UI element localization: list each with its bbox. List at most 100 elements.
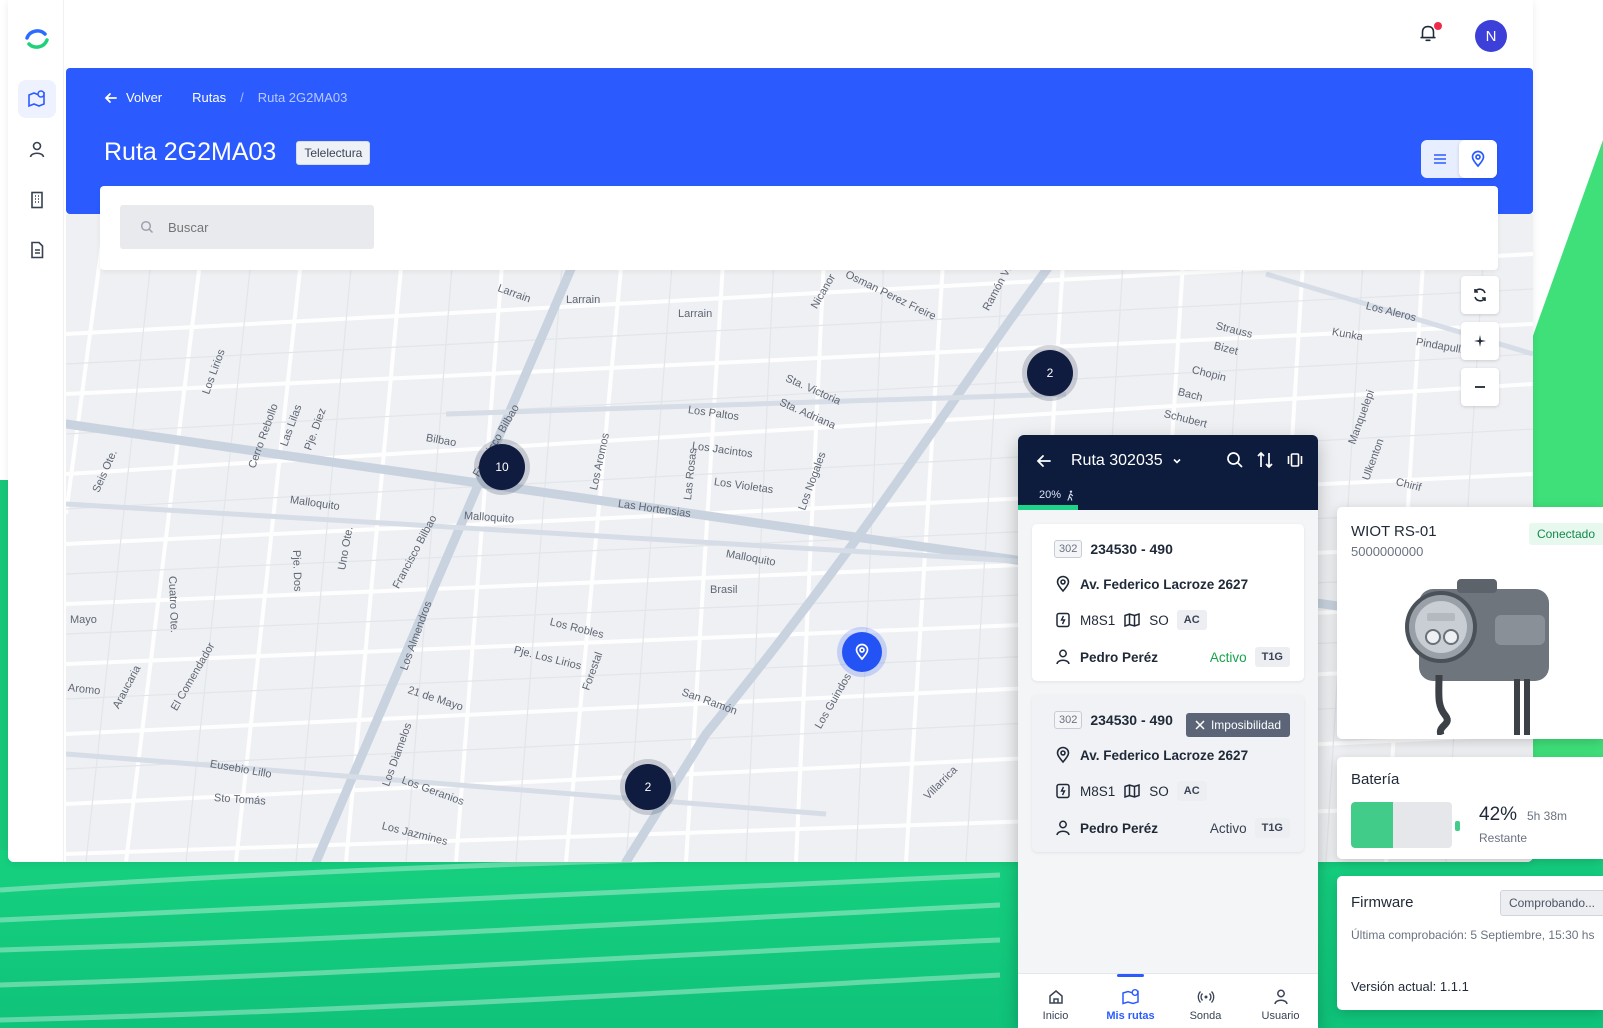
meter-address: Av. Federico Lacroze 2627 <box>1080 747 1249 763</box>
street-label: Cuatro Ote. <box>166 575 180 634</box>
route-progress-label: 20% <box>1039 489 1076 501</box>
list-view-button[interactable] <box>1421 140 1459 178</box>
mobile-toolbar <box>1226 451 1304 469</box>
meter-id: 234530 - 490 <box>1090 541 1173 557</box>
street-label: Mayo <box>70 614 97 626</box>
chevron-down-icon <box>1173 458 1181 464</box>
battery-percent: 42% <box>1479 804 1518 825</box>
meter-address: Av. Federico Lacroze 2627 <box>1080 576 1249 592</box>
user-icon <box>1273 989 1288 1005</box>
mobile-bottom-nav: Inicio Mis rutas Sonda Usuario <box>1018 973 1318 1028</box>
street-label: Pje. Dos <box>290 549 304 592</box>
user-avatar[interactable]: N <box>1475 20 1507 52</box>
meter-code: 302 <box>1054 540 1083 558</box>
map-view-button[interactable] <box>1459 140 1497 178</box>
map-cluster[interactable]: 10 <box>479 444 525 490</box>
reading-type-badge: Telelectura <box>296 140 371 165</box>
route-selector[interactable]: Ruta 302035 <box>1071 452 1183 470</box>
sidebar-rail <box>8 0 64 862</box>
breadcrumb-current: Ruta 2G2MA03 <box>257 90 348 105</box>
device-card: WIOT RS-01 5000000000 Conectado <box>1337 507 1603 739</box>
map-pin-icon <box>28 90 45 108</box>
battery-tip <box>1455 821 1460 831</box>
meter-tag: AC <box>1176 610 1207 630</box>
breadcrumb-separator: / <box>240 90 244 105</box>
meter-status: Activo <box>1209 649 1247 665</box>
meter-status: Activo <box>1209 820 1247 836</box>
back-link[interactable]: Volver <box>104 90 162 105</box>
nav-item-sonda[interactable]: Sonda <box>1168 974 1243 1028</box>
battery-time-left: 5h 38m <box>1527 809 1568 823</box>
meter-details-row: M8S1 SO AC <box>1054 781 1290 801</box>
device-name: WIOT RS-01 <box>1351 523 1437 540</box>
search-icon <box>1227 452 1243 468</box>
nav-item-mis-rutas[interactable]: Mis rutas <box>1093 974 1168 1028</box>
location-icon <box>1056 575 1070 593</box>
meter-address-row: Av. Federico Lacroze 2627 <box>1054 575 1290 593</box>
meter-tag: AC <box>1176 781 1207 801</box>
map-cluster[interactable]: 2 <box>1027 350 1073 396</box>
firmware-last-check: Última comprobación: 5 Septiembre, 15:30… <box>1351 928 1595 942</box>
meter-card[interactable]: 302 234530 - 490 Av. Federico Lacroze 26… <box>1032 524 1304 681</box>
meter-tariff: T1G <box>1254 818 1290 838</box>
notifications-button[interactable] <box>1417 22 1442 46</box>
user-icon <box>29 141 45 158</box>
sidebar-item-documents[interactable] <box>18 231 56 269</box>
firmware-status-badge: Comprobando... <box>1499 890 1603 916</box>
brand-logo-icon <box>25 29 49 49</box>
page-title: Ruta 2G2MA03 <box>104 138 277 166</box>
zoom-in-button[interactable] <box>1461 322 1499 360</box>
meter-address-row: Av. Federico Lacroze 2627 <box>1054 746 1290 764</box>
impossibility-label: Imposibilidad <box>1210 718 1281 732</box>
sort-icon <box>1257 451 1273 469</box>
battery-card: Batería 42% 5h 38m Restante <box>1337 757 1603 859</box>
nav-label: Mis rutas <box>1106 1010 1155 1022</box>
breadcrumb-routes[interactable]: Rutas <box>192 90 226 105</box>
meter-owner: Pedro Peréz <box>1080 649 1159 665</box>
home-icon <box>1048 990 1063 1004</box>
title-row: Ruta 2G2MA03 Telelectura <box>104 138 371 167</box>
meter-id: 234530 - 490 <box>1090 712 1173 728</box>
mobile-view-button[interactable] <box>1286 451 1304 469</box>
firmware-version: Versión actual: 1.1.1 <box>1351 979 1469 994</box>
mobile-route-panel: Ruta 302035 20% 302 234530 - 490 Av. Fed… <box>1018 435 1318 1028</box>
map-pin-icon <box>1121 989 1139 1005</box>
sidebar-item-users[interactable] <box>18 131 56 169</box>
user-icon <box>1056 820 1070 836</box>
search-input[interactable] <box>168 219 348 235</box>
meter-card[interactable]: 302 234530 - 490 Imposibilidad Av. Feder… <box>1032 695 1304 852</box>
mobile-route-title: Ruta 302035 <box>1071 452 1163 469</box>
mobile-back-button[interactable] <box>1036 453 1052 474</box>
street-label: Larrain <box>678 308 713 320</box>
meter-tariff: T1G <box>1254 647 1290 667</box>
impossibility-badge[interactable]: Imposibilidad <box>1185 713 1290 737</box>
meter-model: M8S1 <box>1080 612 1116 628</box>
map-cluster[interactable]: 2 <box>625 764 671 810</box>
meter-card-heading: 302 234530 - 490 <box>1054 711 1174 729</box>
top-bar: N <box>64 0 1533 68</box>
route-progress-bar <box>1018 505 1318 510</box>
sidebar-item-buildings[interactable] <box>18 181 56 219</box>
route-progress-value: 20% <box>1039 489 1062 501</box>
location-icon <box>855 643 869 661</box>
firmware-title: Firmware <box>1351 894 1414 911</box>
breadcrumb: Volver Rutas / Ruta 2G2MA03 <box>104 90 347 105</box>
sensor-device-illustration <box>1405 579 1549 735</box>
nav-item-usuario[interactable]: Usuario <box>1243 974 1318 1028</box>
meter-location-pin[interactable] <box>842 632 882 672</box>
zoom-out-button[interactable] <box>1461 368 1499 406</box>
search-icon <box>140 220 154 234</box>
nav-label: Sonda <box>1189 1010 1222 1022</box>
document-icon <box>31 241 44 259</box>
mobile-search-button[interactable] <box>1226 451 1244 469</box>
route-progress-fill <box>1018 505 1078 510</box>
refresh-map-button[interactable] <box>1461 276 1499 314</box>
battery-level-fill <box>1351 802 1394 848</box>
nav-item-inicio[interactable]: Inicio <box>1018 974 1093 1028</box>
street-label: Larrain <box>566 294 601 306</box>
location-icon <box>1471 150 1485 168</box>
battery-level-bar <box>1351 802 1452 848</box>
sidebar-item-routes[interactable] <box>18 80 56 118</box>
mobile-sort-button[interactable] <box>1256 451 1274 469</box>
minus-icon <box>1475 386 1485 388</box>
